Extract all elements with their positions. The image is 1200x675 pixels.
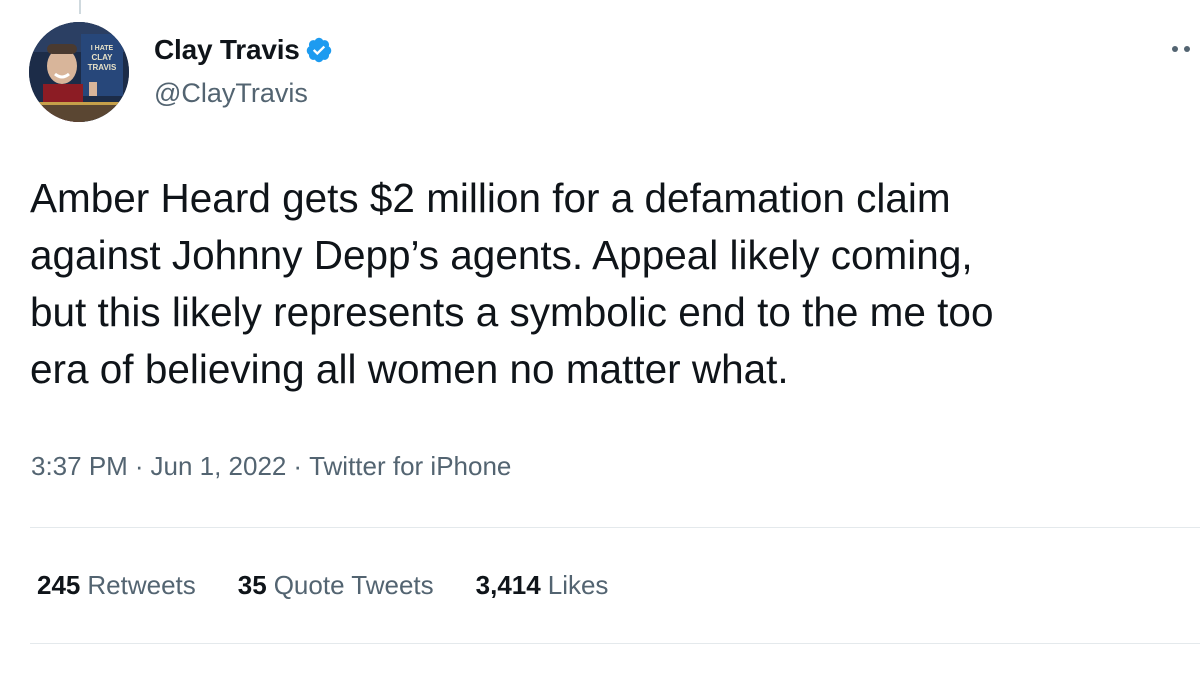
tweet-source[interactable]: Twitter for iPhone: [309, 451, 511, 482]
author-name-row: Clay Travis: [154, 33, 333, 67]
more-dot: [1184, 46, 1190, 52]
tweet-date[interactable]: Jun 1, 2022: [151, 451, 287, 482]
tweet-metadata: 3:37 PM · Jun 1, 2022 · Twitter for iPho…: [31, 451, 511, 482]
likes-label: Likes: [547, 570, 609, 600]
svg-text:TRAVIS: TRAVIS: [88, 63, 117, 72]
more-options-icon[interactable]: [1172, 46, 1190, 52]
more-dot: [1172, 46, 1178, 52]
svg-text:I HATE: I HATE: [91, 45, 114, 52]
tweet-stats: 245 Retweets 35 Quote Tweets 3,414 Likes: [37, 570, 650, 601]
quote-tweets-count: 35: [237, 570, 267, 600]
meta-separator: ·: [293, 451, 303, 481]
tweet-time[interactable]: 3:37 PM: [31, 451, 128, 482]
avatar[interactable]: I HATE CLAY TRAVIS: [29, 22, 129, 122]
user-handle[interactable]: @ClayTravis: [154, 78, 308, 109]
retweets-count: 245: [37, 570, 81, 600]
retweets-stat[interactable]: 245 Retweets: [37, 570, 196, 601]
display-name[interactable]: Clay Travis: [154, 34, 300, 66]
retweets-label: Retweets: [87, 570, 196, 600]
verified-badge-icon: [306, 37, 331, 63]
likes-stat[interactable]: 3,414 Likes: [476, 570, 609, 601]
quote-tweets-label: Quote Tweets: [273, 570, 434, 600]
avatar-image: I HATE CLAY TRAVIS: [29, 22, 129, 122]
divider: [30, 643, 1200, 644]
likes-count: 3,414: [475, 570, 541, 600]
svg-text:CLAY: CLAY: [91, 53, 113, 62]
meta-separator: ·: [134, 451, 144, 481]
divider: [30, 527, 1200, 528]
tweet-text: Amber Heard gets $2 million for a defama…: [30, 175, 994, 392]
quote-tweets-stat[interactable]: 35 Quote Tweets: [238, 570, 434, 601]
thread-connector-line: [79, 0, 81, 14]
